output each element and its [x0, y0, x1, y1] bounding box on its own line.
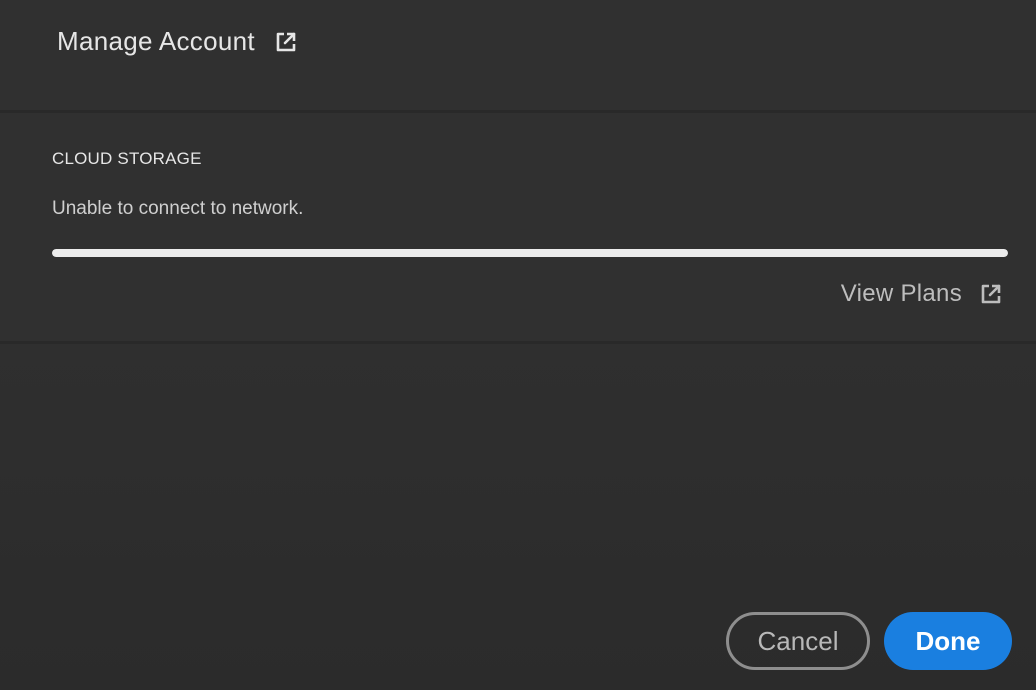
view-plans-label: View Plans [840, 280, 962, 307]
storage-usage-fill [52, 249, 1008, 257]
storage-status-text: Unable to connect to network. [52, 198, 304, 219]
external-link-icon [275, 31, 297, 53]
manage-account-link[interactable]: Manage Account [57, 26, 297, 57]
account-settings-panel: Manage Account CLOUD STORAGE Unable to c… [0, 0, 1036, 690]
done-button[interactable]: Done [884, 612, 1012, 670]
account-section: Manage Account [0, 0, 1036, 113]
cloud-storage-section: CLOUD STORAGE Unable to connect to netwo… [0, 113, 1036, 344]
manage-account-label: Manage Account [57, 26, 255, 56]
view-plans-link[interactable]: View Plans [841, 280, 1002, 308]
dialog-footer: Cancel Done [0, 344, 1036, 690]
storage-usage-bar [52, 249, 1008, 257]
cancel-button[interactable]: Cancel [726, 612, 870, 670]
cloud-storage-heading: CLOUD STORAGE [52, 149, 202, 168]
external-link-icon [980, 283, 1002, 305]
